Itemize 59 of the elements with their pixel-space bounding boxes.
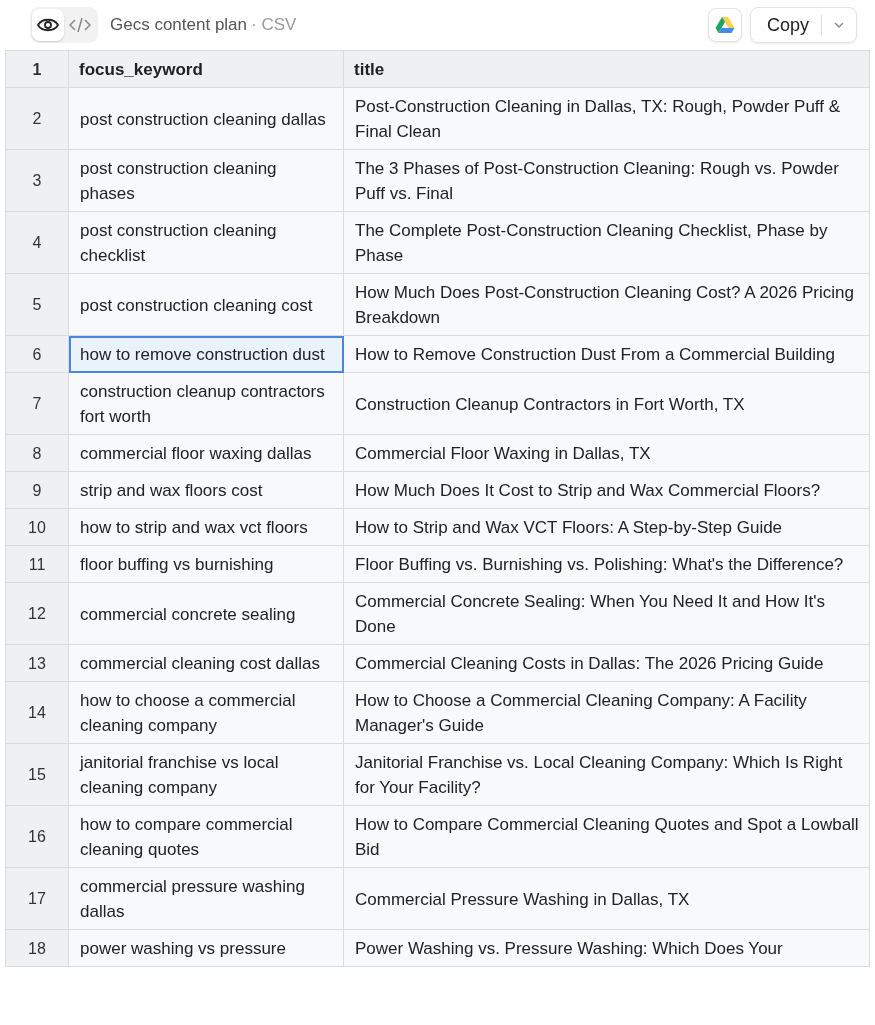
- row-number: 13: [5, 644, 69, 682]
- file-title: Gecs content plan: [110, 15, 248, 35]
- table-cell[interactable]: Floor Buffing vs. Burnishing vs. Polishing: What's the Difference?: [343, 545, 870, 583]
- table-cell[interactable]: strip and wax floors cost: [68, 471, 344, 509]
- table-cell[interactable]: power washing vs pressure: [68, 929, 344, 967]
- table-cell[interactable]: Commercial Floor Waxing in Dallas, TX: [343, 434, 870, 472]
- table-cell[interactable]: The 3 Phases of Post-Construction Cleaning: Rough vs. Powder Puff vs. Final: [343, 149, 870, 212]
- column-header: title: [343, 50, 870, 88]
- table-cell[interactable]: Construction Cleanup Contractors in Fort Worth, TX: [343, 372, 870, 435]
- row-number: 8: [5, 434, 69, 472]
- table-cell[interactable]: How to Strip and Wax VCT Floors: A Step-by-Step Guide: [343, 508, 870, 546]
- table-cell[interactable]: commercial cleaning cost dallas: [68, 644, 344, 682]
- table-cell[interactable]: post construction cleaning phases: [68, 149, 344, 212]
- copy-button[interactable]: Copy: [749, 7, 857, 43]
- table-cell[interactable]: Post-Construction Cleaning in Dallas, TX: Rough, Powder Puff & Final Clean: [343, 87, 870, 150]
- row-number: 1: [5, 50, 69, 88]
- table-cell[interactable]: Power Washing vs. Pressure Washing: Which Does Your: [343, 929, 870, 967]
- row-number: 5: [5, 273, 69, 336]
- row-number: 6: [5, 335, 69, 373]
- row-number: 11: [5, 545, 69, 583]
- row-number: 16: [5, 805, 69, 868]
- row-number: 9: [5, 471, 69, 509]
- table-cell[interactable]: how to choose a commercial cleaning company: [68, 681, 344, 744]
- caret-icon[interactable]: [834, 22, 844, 28]
- table-cell[interactable]: Commercial Cleaning Costs in Dallas: The 2026 Pricing Guide: [343, 644, 870, 682]
- row-number: 10: [5, 508, 69, 546]
- row-number: 14: [5, 681, 69, 744]
- table-cell[interactable]: janitorial franchise vs local cleaning company: [68, 743, 344, 806]
- table-cell[interactable]: post construction cleaning dallas: [68, 87, 344, 150]
- row-number: 12: [5, 582, 69, 645]
- table-cell[interactable]: how to strip and wax vct floors: [68, 508, 344, 546]
- table-cell[interactable]: Commercial Concrete Sealing: When You Need It and How It's Done: [343, 582, 870, 645]
- row-number: 7: [5, 372, 69, 435]
- table-cell[interactable]: commercial floor waxing dallas: [68, 434, 344, 472]
- table-cell[interactable]: How Much Does Post-Construction Cleaning Cost? A 2026 Pricing Breakdown: [343, 273, 870, 336]
- table-cell[interactable]: How to Choose a Commercial Cleaning Company: A Facility Manager's Guide: [343, 681, 870, 744]
- table-cell[interactable]: floor buffing vs burnishing: [68, 545, 344, 583]
- row-number: 15: [5, 743, 69, 806]
- eye-icon[interactable]: [32, 9, 64, 41]
- column-header: focus_keyword: [68, 50, 344, 88]
- table-cell[interactable]: Janitorial Franchise vs. Local Cleaning Company: Which Is Right for Your Facility?: [343, 743, 870, 806]
- file-type: · CSV: [251, 15, 297, 35]
- row-number: 2: [5, 87, 69, 150]
- row-number: 3: [5, 149, 69, 212]
- table-cell[interactable]: How Much Does It Cost to Strip and Wax Commercial Floors?: [343, 471, 870, 509]
- table-cell[interactable]: How to Remove Construction Dust From a Commercial Building: [343, 335, 870, 373]
- table-cell[interactable]: commercial concrete sealing: [68, 582, 344, 645]
- table-cell[interactable]: Commercial Pressure Washing in Dallas, TX: [343, 867, 870, 930]
- table-cell[interactable]: how to remove construction dust: [68, 335, 344, 373]
- row-number: 17: [5, 867, 69, 930]
- row-number: 18: [5, 929, 69, 967]
- table-cell[interactable]: how to compare commercial cleaning quotes: [68, 805, 344, 868]
- row-number: 4: [5, 211, 69, 274]
- table-cell[interactable]: construction cleanup contractors fort worth: [68, 372, 344, 435]
- table-cell[interactable]: post construction cleaning cost: [68, 273, 344, 336]
- table-cell[interactable]: The Complete Post-Construction Cleaning Checklist, Phase by Phase: [343, 211, 870, 274]
- table-cell[interactable]: commercial pressure washing dallas: [68, 867, 344, 930]
- table-cell[interactable]: post construction cleaning checklist: [68, 211, 344, 274]
- table-cell[interactable]: How to Compare Commercial Cleaning Quotes and Spot a Lowball Bid: [343, 805, 870, 868]
